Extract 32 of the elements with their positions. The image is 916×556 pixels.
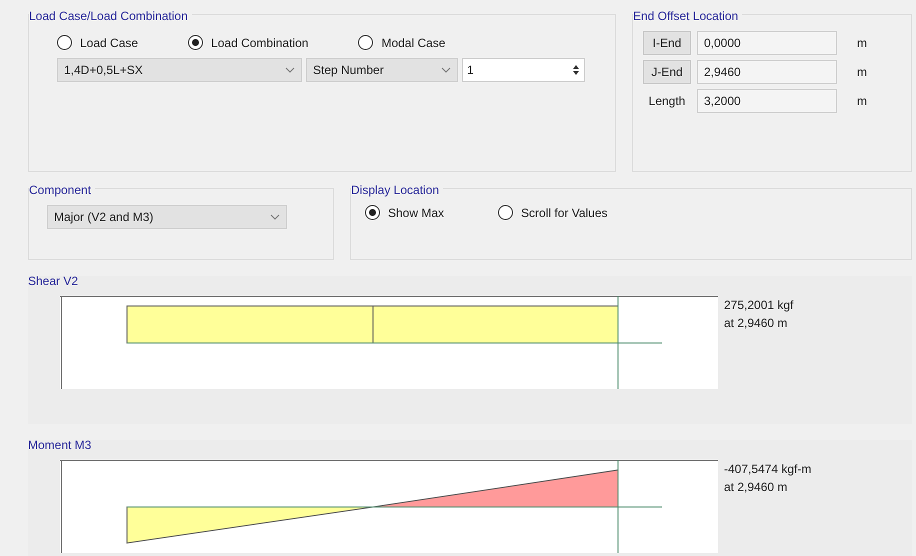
unit-label: m bbox=[857, 94, 867, 108]
spinner-arrows-icon[interactable] bbox=[572, 64, 580, 76]
radio-button[interactable]: Load Combination bbox=[188, 35, 308, 50]
max-location: at 2,9460 m bbox=[724, 316, 788, 330]
radio-button[interactable]: Scroll for Values bbox=[498, 205, 608, 220]
dropdown[interactable]: Step Number bbox=[306, 58, 458, 82]
radio-button[interactable]: Show Max bbox=[365, 205, 444, 220]
number-spinner[interactable]: 1 bbox=[462, 58, 585, 82]
group-title: Shear V2 bbox=[28, 274, 80, 288]
group-title: Moment M3 bbox=[28, 438, 92, 452]
max-value: 275,2001 kgf bbox=[724, 298, 794, 312]
group-title: Load Case/Load Combination bbox=[29, 9, 192, 23]
caret-icon bbox=[270, 214, 280, 220]
end-button[interactable]: I-End bbox=[643, 31, 691, 55]
dropdown[interactable]: 1,4D+0,5L+SX bbox=[57, 58, 302, 82]
radio-button[interactable]: Modal Case bbox=[358, 35, 446, 50]
caret-icon bbox=[441, 67, 451, 73]
field-label: Length bbox=[648, 94, 686, 108]
unit-label: m bbox=[857, 36, 867, 50]
group-title: Component bbox=[29, 183, 96, 197]
radio-button[interactable]: Load Case bbox=[57, 35, 138, 50]
input-field[interactable]: 2,9460 bbox=[697, 60, 837, 84]
input-field[interactable]: 3,2000 bbox=[697, 89, 837, 113]
max-location: at 2,9460 m bbox=[724, 480, 788, 494]
end-button[interactable]: J-End bbox=[643, 60, 691, 84]
group-title: End Offset Location bbox=[633, 9, 742, 23]
caret-icon bbox=[285, 67, 295, 73]
max-value: -407,5474 kgf-m bbox=[724, 462, 812, 476]
group-title: Display Location bbox=[351, 183, 444, 197]
dropdown[interactable]: Major (V2 and M3) bbox=[47, 205, 287, 229]
input-field[interactable]: 0,0000 bbox=[697, 31, 837, 55]
unit-label: m bbox=[857, 65, 867, 79]
